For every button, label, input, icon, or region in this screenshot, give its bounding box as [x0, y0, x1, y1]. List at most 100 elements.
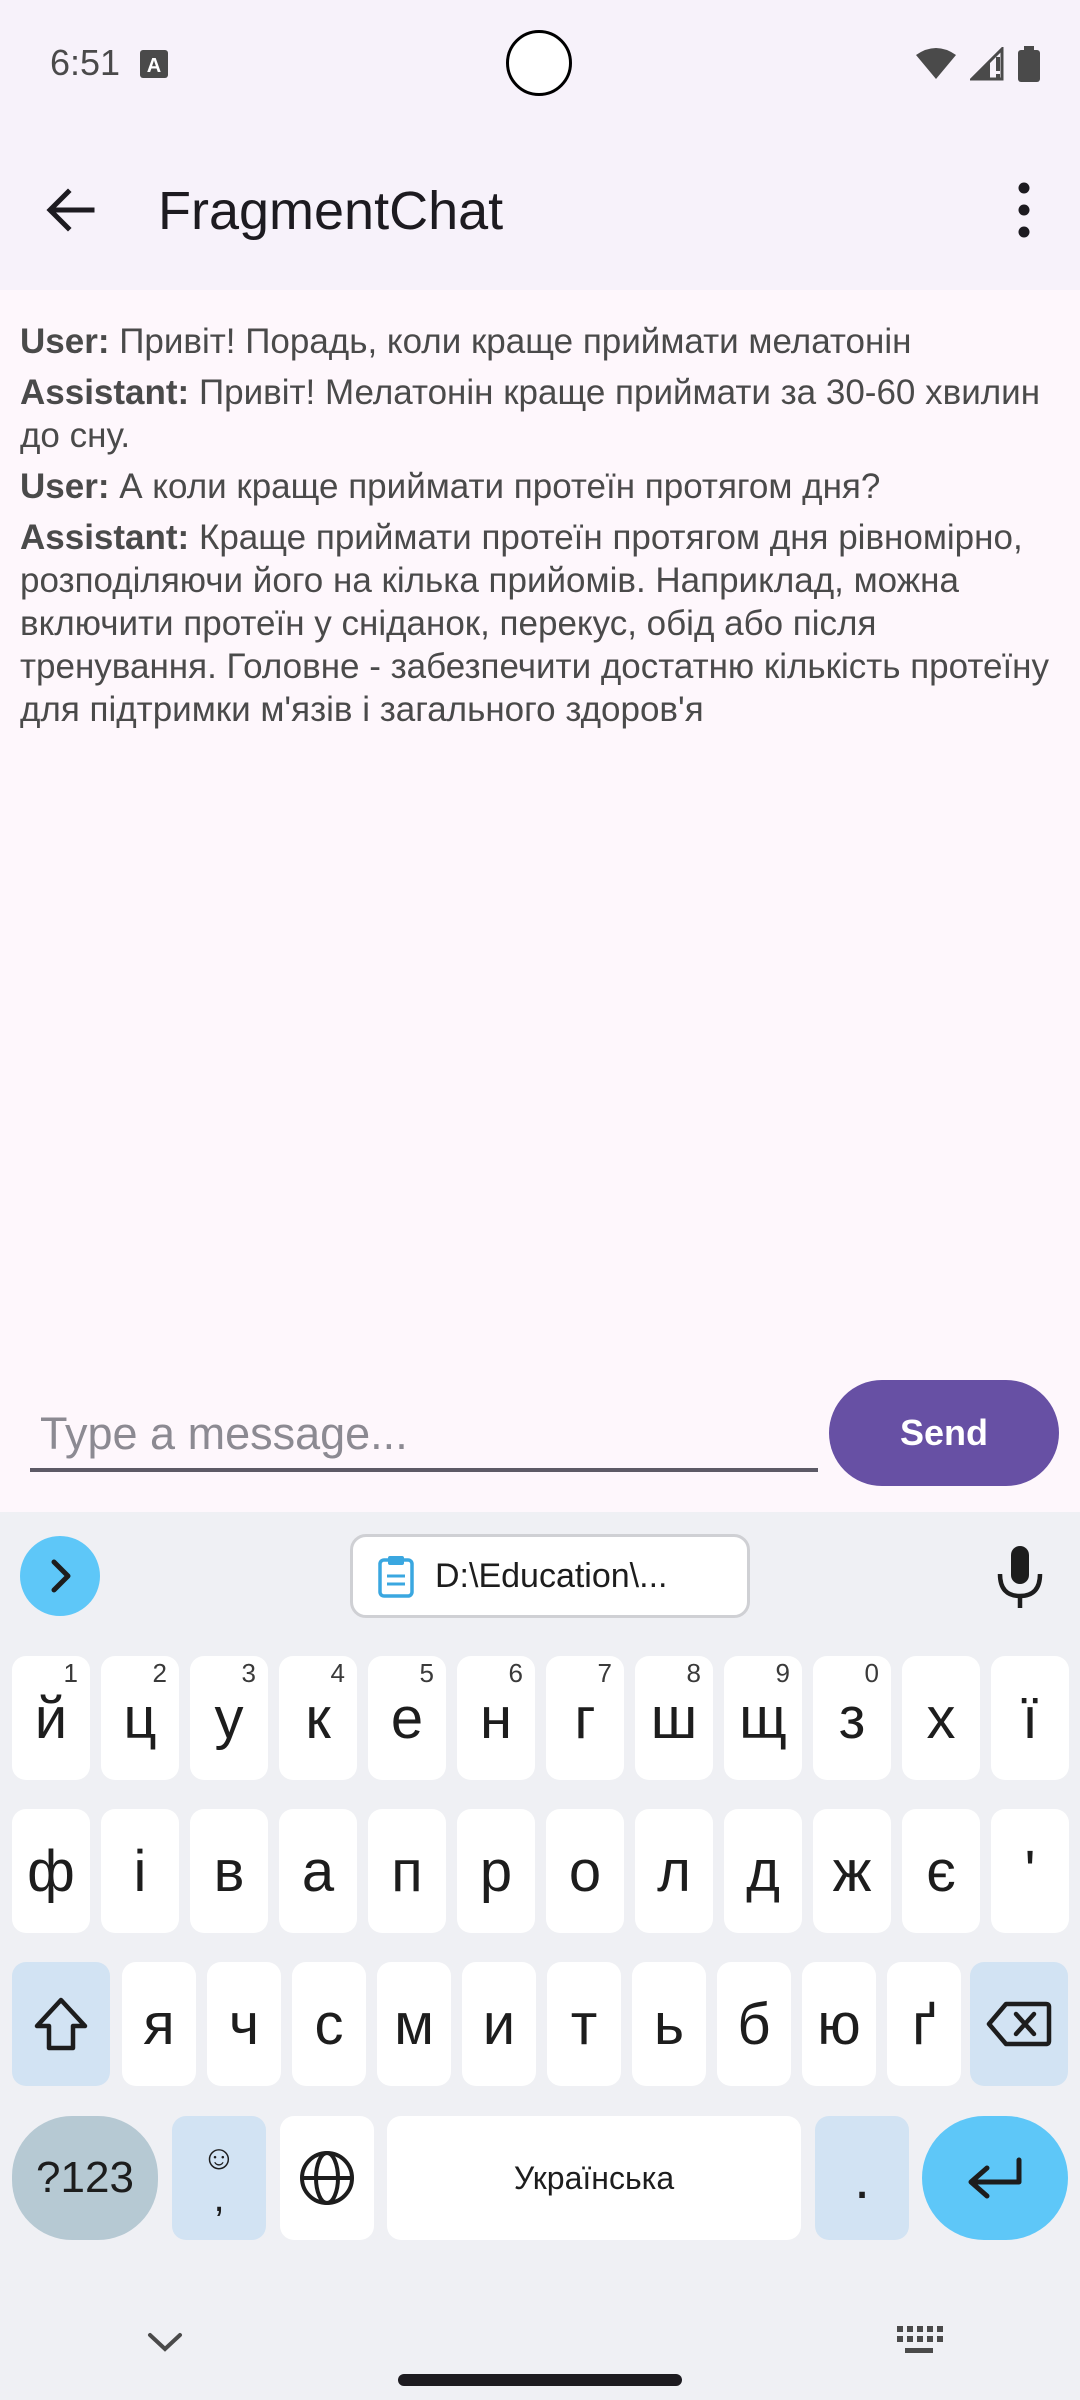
symbols-key[interactable]: ?123 — [12, 2116, 158, 2240]
key-hint: 1 — [63, 1658, 78, 1688]
key[interactable]: р — [457, 1809, 535, 1933]
key[interactable]: и — [462, 1962, 536, 2086]
key[interactable]: с — [292, 1962, 366, 2086]
key[interactable]: ь — [632, 1962, 706, 2086]
shift-key[interactable] — [12, 1962, 110, 2086]
key[interactable]: б — [717, 1962, 791, 2086]
key-label: й — [34, 1685, 68, 1751]
chat-message: Assistant: Привіт! Мелатонін краще прийм… — [20, 371, 1060, 457]
key[interactable]: ц2 — [101, 1656, 179, 1780]
message-input[interactable] — [30, 1400, 818, 1472]
key-label: е — [390, 1685, 424, 1751]
key[interactable]: а — [279, 1809, 357, 1933]
key[interactable]: ' — [991, 1809, 1069, 1933]
message-composer: Send — [0, 1350, 1080, 1512]
key-label: х — [926, 1685, 956, 1751]
chat-area[interactable]: User: Привіт! Порадь, коли краще приймат… — [0, 290, 1080, 1350]
key[interactable]: я — [122, 1962, 196, 2086]
key[interactable]: й1 — [12, 1656, 90, 1780]
message-speaker: User: — [20, 322, 110, 361]
key[interactable]: ф — [12, 1809, 90, 1933]
key[interactable]: є — [902, 1809, 980, 1933]
status-icons — [916, 46, 1040, 82]
page-title: FragmentChat — [158, 181, 504, 241]
key[interactable]: т — [547, 1962, 621, 2086]
chat-message: User: Привіт! Порадь, коли краще приймат… — [20, 320, 1060, 363]
backspace-key[interactable] — [970, 1962, 1068, 2086]
key[interactable]: в — [190, 1809, 268, 1933]
message-speaker: Assistant: — [20, 518, 190, 557]
period-key[interactable]: . — [815, 2116, 909, 2240]
key[interactable]: д — [724, 1809, 802, 1933]
clipboard-text: D:\Education\... — [435, 1556, 668, 1595]
key-hint: 3 — [241, 1658, 256, 1688]
chat-message: Assistant: Краще приймати протеїн протяг… — [20, 516, 1060, 731]
status-time: 6:51 — [50, 42, 121, 83]
key[interactable]: г7 — [546, 1656, 624, 1780]
key[interactable]: м — [377, 1962, 451, 2086]
space-key[interactable]: Українська — [387, 2116, 801, 2240]
key[interactable]: ї — [991, 1656, 1069, 1780]
key-hint: 2 — [152, 1658, 167, 1688]
key[interactable]: ґ — [887, 1962, 961, 2086]
camera-cutout — [506, 30, 572, 96]
key[interactable]: і — [101, 1809, 179, 1933]
backspace-icon — [986, 2001, 1052, 2047]
key-label: г — [574, 1685, 596, 1751]
clipboard-icon — [378, 1556, 414, 1598]
message-text: Привіт! Порадь, коли краще приймати мела… — [119, 322, 912, 361]
key[interactable]: щ9 — [724, 1656, 802, 1780]
key[interactable]: о — [546, 1809, 624, 1933]
svg-text:A: A — [147, 55, 161, 77]
chat-message: User: А коли краще приймати протеїн прот… — [20, 465, 1060, 508]
mic-icon[interactable] — [990, 1542, 1050, 1612]
emoji-icon: ☺ — [201, 2139, 237, 2177]
chevron-down-icon[interactable] — [140, 2327, 190, 2357]
key-label: н — [479, 1685, 513, 1751]
key[interactable]: ю — [802, 1962, 876, 2086]
key[interactable]: н6 — [457, 1656, 535, 1780]
app-toolbar: FragmentChat — [0, 130, 1080, 290]
arrow-back-icon[interactable] — [40, 180, 100, 240]
key[interactable]: з0 — [813, 1656, 891, 1780]
key-hint: 7 — [597, 1658, 612, 1688]
soft-keyboard: D:\Education\... й1 ц2 у3 к4 е5 н6 г7 ш8… — [0, 1512, 1080, 2400]
key[interactable]: у3 — [190, 1656, 268, 1780]
home-indicator[interactable] — [398, 2374, 682, 2386]
message-text: А коли краще приймати протеїн протягом д… — [119, 467, 881, 506]
key-label: щ — [739, 1685, 787, 1751]
send-button[interactable]: Send — [829, 1380, 1059, 1486]
key-hint: 9 — [775, 1658, 790, 1688]
key[interactable]: е5 — [368, 1656, 446, 1780]
key-label: ї — [1021, 1685, 1039, 1751]
shift-icon — [34, 1997, 88, 2051]
emoji-comma-key[interactable]: ☺ , — [172, 2116, 266, 2240]
key-label: ц — [123, 1685, 157, 1751]
key[interactable]: ч — [207, 1962, 281, 2086]
key-label: ш — [650, 1685, 698, 1751]
key[interactable]: х — [902, 1656, 980, 1780]
key[interactable]: л — [635, 1809, 713, 1933]
key-hint: 4 — [330, 1658, 345, 1688]
key-label: у — [214, 1685, 244, 1751]
key-hint: 8 — [686, 1658, 701, 1688]
enter-key[interactable] — [922, 2116, 1068, 2240]
key-label: к — [305, 1685, 331, 1751]
chat-log: User: Привіт! Порадь, коли краще приймат… — [20, 320, 1060, 739]
signal-icon — [970, 47, 1004, 81]
keyboard-switch-icon[interactable] — [895, 2322, 943, 2358]
clipboard-suggestion[interactable]: D:\Education\... — [350, 1534, 750, 1618]
key[interactable]: п — [368, 1809, 446, 1933]
key-hint: 6 — [508, 1658, 523, 1688]
language-key[interactable] — [280, 2116, 374, 2240]
key-hint: 5 — [419, 1658, 434, 1688]
message-speaker: User: — [20, 467, 110, 506]
key[interactable]: ж — [813, 1809, 891, 1933]
enter-icon — [968, 2157, 1022, 2199]
keyboard-expand-button[interactable] — [20, 1536, 100, 1616]
key[interactable]: к4 — [279, 1656, 357, 1780]
battery-icon — [1018, 46, 1040, 82]
key-hint: 0 — [864, 1658, 879, 1688]
more-vert-icon[interactable] — [1000, 176, 1048, 244]
key[interactable]: ш8 — [635, 1656, 713, 1780]
